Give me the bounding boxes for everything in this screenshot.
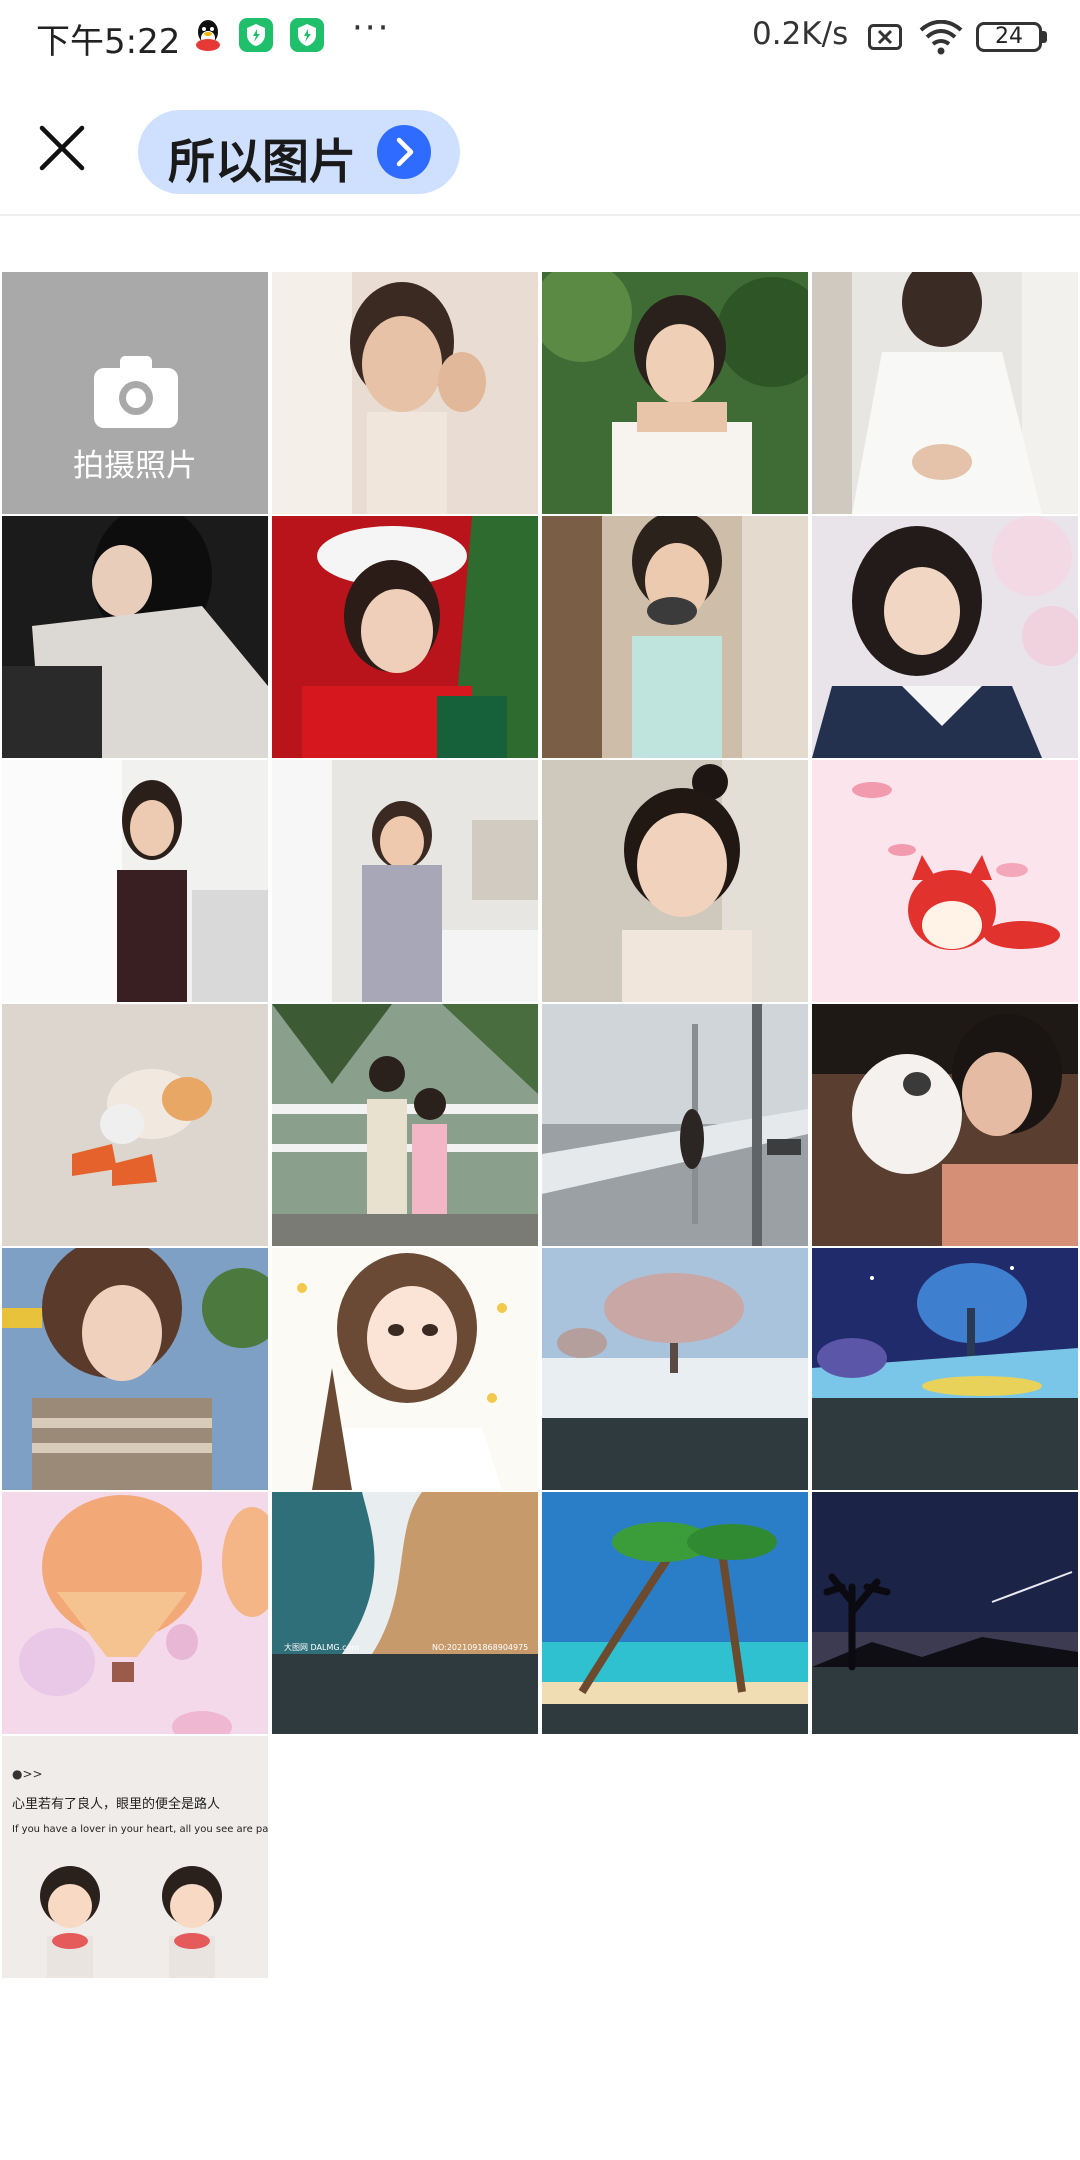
photo-thumbnail[interactable]	[812, 1492, 1078, 1734]
wifi-icon	[919, 20, 963, 55]
quote-title: 心里若有了良人，眼里的便全是路人	[12, 1796, 220, 1812]
photo-thumbnail[interactable]	[272, 1004, 538, 1246]
status-time: 下午5:22	[36, 22, 181, 62]
status-bar: 下午5:22 ··· 0.2K/s 24	[0, 0, 1080, 76]
photo-thumbnail[interactable]	[272, 272, 538, 514]
qq-icon	[196, 20, 220, 51]
photo-thumbnail[interactable]	[542, 1248, 808, 1490]
photo-thumbnail[interactable]	[542, 1004, 808, 1246]
chevron-right-icon	[377, 125, 431, 179]
quote-tag: ●>>	[12, 1767, 43, 1781]
sim-off-icon	[868, 24, 902, 50]
photo-thumbnail[interactable]	[542, 272, 808, 514]
photo-thumbnail[interactable]	[272, 1248, 538, 1490]
quote-english: If you have a lover in your heart, all y…	[12, 1824, 268, 1835]
photo-thumbnail[interactable]	[2, 1492, 268, 1734]
shield-icon	[239, 18, 273, 52]
photo-thumbnail[interactable]	[542, 516, 808, 758]
photo-thumbnail[interactable]	[812, 516, 1078, 758]
photo-thumbnail[interactable]	[812, 1004, 1078, 1246]
photo-thumbnail[interactable]: ●>> 心里若有了良人，眼里的便全是路人 If you have a lover i…	[2, 1736, 268, 1978]
photo-thumbnail[interactable]	[542, 760, 808, 1002]
photo-thumbnail[interactable]	[2, 516, 268, 758]
picker-header: 所以图片	[0, 96, 1080, 216]
close-icon[interactable]	[30, 116, 94, 180]
take-photo-label: 拍摄照片	[73, 448, 197, 484]
photo-thumbnail[interactable]	[2, 1248, 268, 1490]
network-speed: 0.2K/s	[752, 16, 849, 52]
photo-thumbnail[interactable]	[812, 272, 1078, 514]
camera-icon	[94, 356, 178, 428]
shield-icon	[290, 18, 324, 52]
photo-thumbnail[interactable]	[812, 1248, 1078, 1490]
photo-thumbnail[interactable]	[812, 760, 1078, 1002]
photo-thumbnail[interactable]	[2, 760, 268, 1002]
battery-icon: 24	[976, 22, 1042, 52]
take-photo-button[interactable]: 拍摄照片	[2, 272, 268, 514]
watermark-right: NO:20210918689049​75	[432, 1643, 528, 1652]
photo-thumbnail[interactable]	[272, 760, 538, 1002]
photo-thumbnail[interactable]	[272, 516, 538, 758]
more-notifications-icon: ···	[352, 8, 391, 48]
photo-thumbnail[interactable]: 大图网 DALMG.com NO:20210918689049​75	[272, 1492, 538, 1734]
battery-tip	[1042, 31, 1047, 43]
album-label: 所以图片	[168, 135, 356, 190]
watermark-left: 大图网 DALMG.com	[284, 1642, 359, 1652]
photo-thumbnail[interactable]	[2, 1004, 268, 1246]
album-selector-button[interactable]: 所以图片	[138, 110, 460, 194]
photo-thumbnail[interactable]	[542, 1492, 808, 1734]
